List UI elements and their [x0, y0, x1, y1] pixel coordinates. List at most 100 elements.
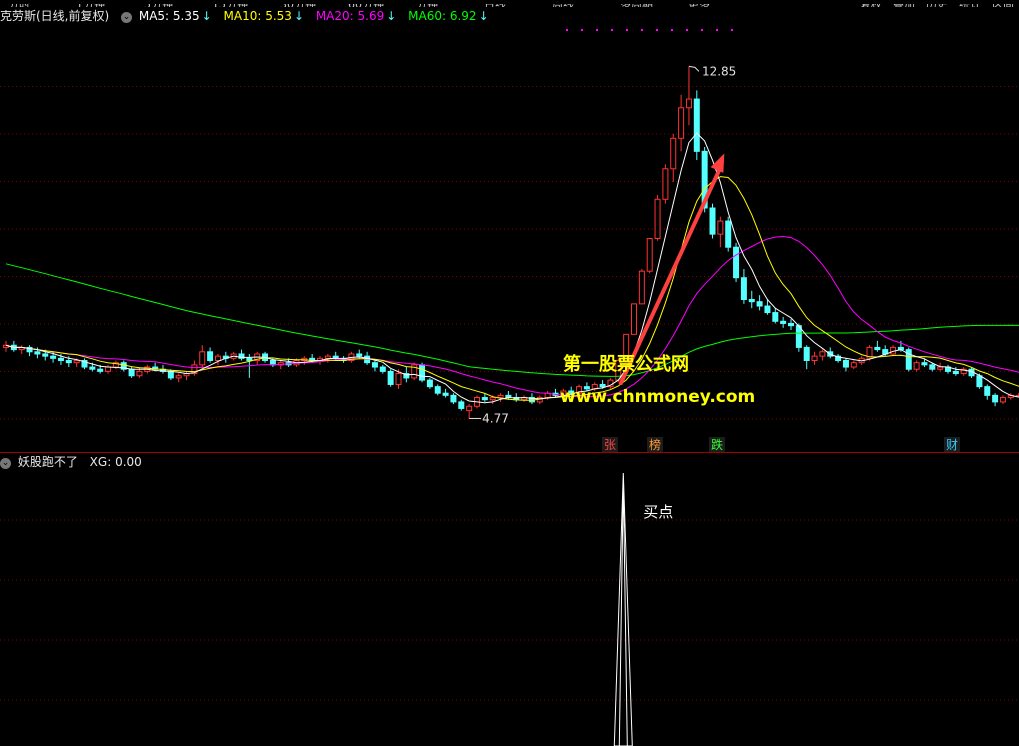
candle [780, 316, 787, 328]
candle-body [466, 405, 473, 412]
arrow-down-icon: ↓ [201, 9, 212, 23]
candle [905, 347, 912, 372]
candle [678, 94, 685, 152]
candle [717, 216, 724, 248]
candle-body [481, 397, 488, 401]
candle [411, 362, 418, 381]
ma5-legend: MA5: 5.35 ↓ [138, 9, 212, 23]
candle-body [992, 394, 999, 403]
candle-body [175, 375, 182, 379]
candle [10, 340, 17, 352]
candle-body [199, 351, 206, 366]
candle [426, 377, 433, 389]
buy-point-label: 买点 [643, 503, 673, 521]
candle-body [756, 301, 763, 307]
candle [371, 360, 378, 372]
candle [450, 393, 457, 405]
candle-body [105, 366, 112, 372]
watermark-title: 第一股票公式网 [563, 353, 689, 375]
signal-dot [596, 29, 598, 31]
candle [379, 364, 386, 374]
signal-dot [566, 29, 568, 31]
candle [945, 364, 951, 374]
ma60-label: MA60 [408, 9, 442, 23]
candle [3, 340, 9, 352]
candle-body [717, 220, 724, 235]
candle-body [167, 370, 174, 379]
candle [387, 369, 394, 387]
chevron-down-icon[interactable]: ⌄ [121, 12, 133, 23]
candle [466, 404, 473, 419]
signal-dot [626, 29, 628, 31]
candle-body [73, 360, 80, 364]
candle-body [693, 98, 700, 152]
candle [254, 351, 261, 365]
candle [709, 203, 716, 239]
candle-body [89, 366, 96, 370]
candle [670, 133, 677, 182]
signal-dot [656, 29, 658, 31]
candle [458, 399, 465, 411]
candle [811, 351, 818, 365]
candle-body [811, 355, 818, 361]
kline-chart[interactable]: 12.85 4.77 第一股票公式网 www.chnmoney.com 张 榜 跌 财 买点 [0, 0, 1019, 746]
candle [842, 358, 849, 372]
candle [756, 295, 763, 311]
xg-indicator: 买点 [613, 472, 673, 746]
signal-dot [671, 29, 673, 31]
signal-dot [716, 29, 718, 31]
candle-body [387, 370, 394, 385]
candle-body [929, 364, 936, 370]
candle-body [874, 346, 881, 351]
ma60-value: 6.92 [449, 9, 477, 23]
candle-body [999, 397, 1006, 403]
event-marker-label: 跌 [711, 437, 723, 452]
arrow-down-icon: ↓ [293, 9, 304, 23]
candle [136, 367, 143, 378]
candle-body [489, 397, 496, 401]
ma10-label: MA10 [223, 9, 258, 23]
candle-body [748, 299, 755, 303]
event-marker: 财 [944, 437, 960, 452]
candlesticks [3, 66, 1019, 419]
event-marker-label: 榜 [649, 437, 661, 452]
candle-body [764, 305, 771, 314]
candle-body [788, 322, 794, 327]
candle [850, 360, 857, 370]
candle-body [819, 351, 826, 357]
candle [772, 308, 779, 324]
candle-body [207, 351, 214, 361]
xg-label: XG: [89, 455, 112, 469]
arrow-down-icon: ↓ [478, 9, 489, 23]
candle-body [57, 357, 64, 362]
candle [434, 384, 441, 396]
candle [26, 345, 33, 357]
candle-body [419, 364, 426, 381]
candle [442, 388, 449, 398]
main-legend: 克劳斯(日线,前复权) ⌄ MA5: 5.35 ↓ MA10: 5.53 ↓ MA2… [0, 8, 497, 24]
ma5-label: MA5 [138, 9, 166, 23]
candle [646, 238, 653, 274]
candle [222, 351, 229, 363]
candle-body [709, 207, 716, 235]
event-marker: 榜 [647, 437, 663, 452]
chevron-down-icon[interactable]: ⌄ [0, 458, 11, 469]
candle-body [97, 368, 104, 372]
candle-body [34, 351, 41, 355]
candle-body [984, 386, 991, 396]
candle-body [670, 137, 677, 170]
candle-body [740, 277, 747, 301]
ma60-legend: MA60: 6.92 ↓ [408, 9, 489, 23]
event-marker: 张 [602, 437, 618, 452]
candle [693, 90, 700, 161]
candle-body [772, 312, 779, 322]
candle [685, 66, 692, 126]
signal-dot [701, 29, 703, 31]
candle [874, 340, 881, 352]
ma20-line [5, 235, 1019, 398]
high-pointer [688, 65, 700, 72]
event-marker-label: 张 [604, 438, 616, 452]
candle-body [379, 366, 386, 372]
candle-body [725, 220, 732, 248]
candle [654, 194, 661, 241]
